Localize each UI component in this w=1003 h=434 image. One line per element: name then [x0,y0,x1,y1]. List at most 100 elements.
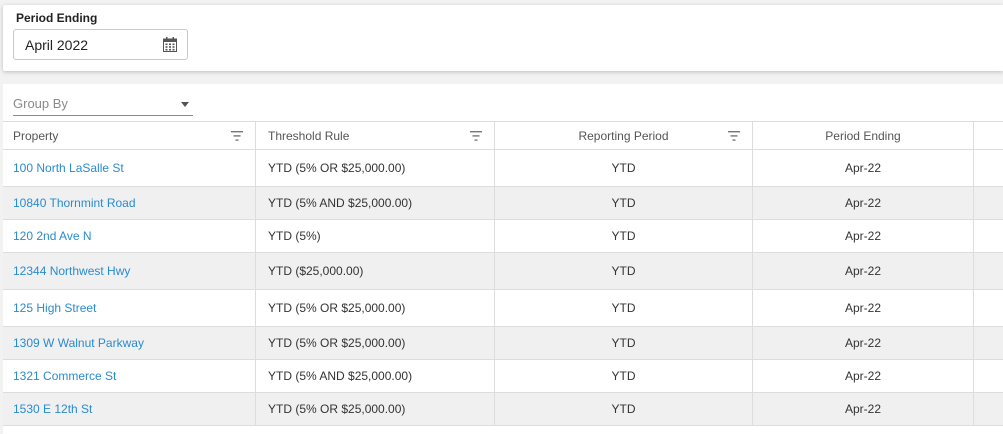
threshold-rule-cell: YTD (5% OR $25,000.00) [268,161,406,175]
reporting-period-cell: YTD [495,187,753,219]
period-ending-cell: Apr-22 [844,264,882,278]
reporting-period-cell: YTD [611,402,636,416]
threshold-rule-cell: YTD (5% OR $25,000.00) [268,402,406,416]
extra-cell [974,327,1003,359]
threshold-rule-cell: YTD (5% OR $25,000.00) [268,301,406,315]
threshold-rule-cell: YTD (5% OR $25,000.00) [268,336,406,350]
period-ending-cell: Apr-22 [844,402,882,416]
period-ending-cell: Apr-22 [844,301,882,315]
property-cell: 12344 Northwest Hwy [3,253,256,289]
property-link[interactable]: 120 2nd Ave N [13,229,92,243]
period-ending-cell: Apr-22 [753,187,974,219]
filter-icon[interactable] [470,131,482,141]
extra-cell [974,187,1003,219]
reporting-period-cell: YTD [611,369,636,383]
property-link[interactable]: 100 North LaSalle St [13,161,124,175]
period-ending-cell: Apr-22 [844,196,882,210]
period-ending-cell: Apr-22 [753,393,974,425]
extra-cell [974,360,1003,392]
property-threshold-table: Property Threshold Rule Reporting Period… [3,121,1003,426]
column-header-label: Property [13,128,59,143]
table-row: 100 North LaSalle St YTD (5% OR $25,000.0… [3,150,1003,187]
period-ending-label: Period Ending [16,11,98,25]
filter-icon[interactable] [231,131,243,141]
property-link[interactable]: 1321 Commerce St [13,369,116,383]
period-ending-cell: Apr-22 [844,229,882,243]
reporting-period-cell: YTD [495,150,753,186]
property-cell: 125 High Street [3,290,256,326]
filter-panel: Period Ending April 2022 [3,5,1003,71]
column-header-label: Reporting Period [578,128,669,143]
threshold-rule-cell: YTD (5%) [256,220,495,252]
threshold-rule-cell: YTD (5%) [268,229,321,243]
period-ending-cell: Apr-22 [753,253,974,289]
threshold-rule-cell: YTD (5% OR $25,000.00) [256,327,495,359]
calendar-icon[interactable] [163,37,177,52]
threshold-rule-cell: YTD ($25,000.00) [268,264,364,278]
table-row: 120 2nd Ave N YTD (5%) YTD Apr-22 [3,220,1003,253]
property-cell: 1309 W Walnut Parkway [3,327,256,359]
property-cell: 100 North LaSalle St [3,150,256,186]
threshold-rule-cell: YTD (5% AND $25,000.00) [268,369,413,383]
column-header-label: Threshold Rule [268,128,350,143]
period-ending-cell: Apr-22 [753,327,974,359]
reporting-period-cell: YTD [611,264,636,278]
filter-icon[interactable] [728,131,740,141]
threshold-rule-cell: YTD (5% AND $25,000.00) [268,196,413,210]
period-ending-cell: Apr-22 [844,161,882,175]
reporting-period-cell: YTD [495,290,753,326]
reporting-period-cell: YTD [495,220,753,252]
property-link[interactable]: 1530 E 12th St [13,402,92,416]
column-header-label: Period Ending [825,128,901,143]
reporting-period-cell: YTD [611,196,636,210]
table-body: 100 North LaSalle St YTD (5% OR $25,000.0… [3,150,1003,426]
property-link[interactable]: 10840 Thornmint Road [13,196,136,210]
table-row: 1321 Commerce St YTD (5% AND $25,000.00) Y… [3,360,1003,393]
dropdown-arrow-icon [181,102,189,107]
table-row: 12344 Northwest Hwy YTD ($25,000.00) YTD Ap… [3,253,1003,290]
group-by-placeholder: Group By [13,96,68,111]
group-by-select[interactable]: Group By [13,94,193,116]
extra-cell [974,290,1003,326]
period-ending-value: April 2022 [25,37,89,53]
reporting-period-cell: YTD [495,327,753,359]
column-header-property[interactable]: Property [3,122,256,149]
reporting-period-cell: YTD [611,229,636,243]
table-row: 125 High Street YTD (5% OR $25,000.00) YTD… [3,290,1003,327]
reporting-period-cell: YTD [611,336,636,350]
period-ending-cell: Apr-22 [753,290,974,326]
property-cell: 1530 E 12th St [3,393,256,425]
period-ending-date-picker[interactable]: April 2022 [13,29,188,60]
reporting-period-cell: YTD [611,301,636,315]
reporting-period-cell: YTD [611,161,636,175]
extra-cell [974,220,1003,252]
table-row: 10840 Thornmint Road YTD (5% AND $25,000.… [3,187,1003,220]
property-link[interactable]: 1309 W Walnut Parkway [13,336,144,350]
threshold-rule-cell: YTD (5% AND $25,000.00) [256,187,495,219]
property-cell: 120 2nd Ave N [3,220,256,252]
period-ending-cell: Apr-22 [844,336,882,350]
reporting-period-cell: YTD [495,253,753,289]
period-ending-cell: Apr-22 [753,150,974,186]
threshold-rule-cell: YTD (5% OR $25,000.00) [256,150,495,186]
property-link[interactable]: 12344 Northwest Hwy [13,264,130,278]
column-header-extra [974,122,1003,149]
table-row: 1530 E 12th St YTD (5% OR $25,000.00) YTD A… [3,393,1003,426]
threshold-rule-cell: YTD (5% OR $25,000.00) [256,290,495,326]
reporting-period-cell: YTD [495,360,753,392]
results-panel: Group By Property Threshold Rule Reporti… [3,84,1003,434]
period-ending-cell: Apr-22 [753,220,974,252]
column-header-reporting-period[interactable]: Reporting Period [495,122,753,149]
reporting-period-cell: YTD [495,393,753,425]
table-header-row: Property Threshold Rule Reporting Period… [3,122,1003,150]
period-ending-cell: Apr-22 [753,360,974,392]
threshold-rule-cell: YTD ($25,000.00) [256,253,495,289]
property-cell: 10840 Thornmint Road [3,187,256,219]
column-header-threshold-rule[interactable]: Threshold Rule [256,122,495,149]
extra-cell [974,253,1003,289]
property-cell: 1321 Commerce St [3,360,256,392]
period-ending-cell: Apr-22 [844,369,882,383]
column-header-period-ending[interactable]: Period Ending [753,122,974,149]
threshold-rule-cell: YTD (5% AND $25,000.00) [256,360,495,392]
property-link[interactable]: 125 High Street [13,301,96,315]
